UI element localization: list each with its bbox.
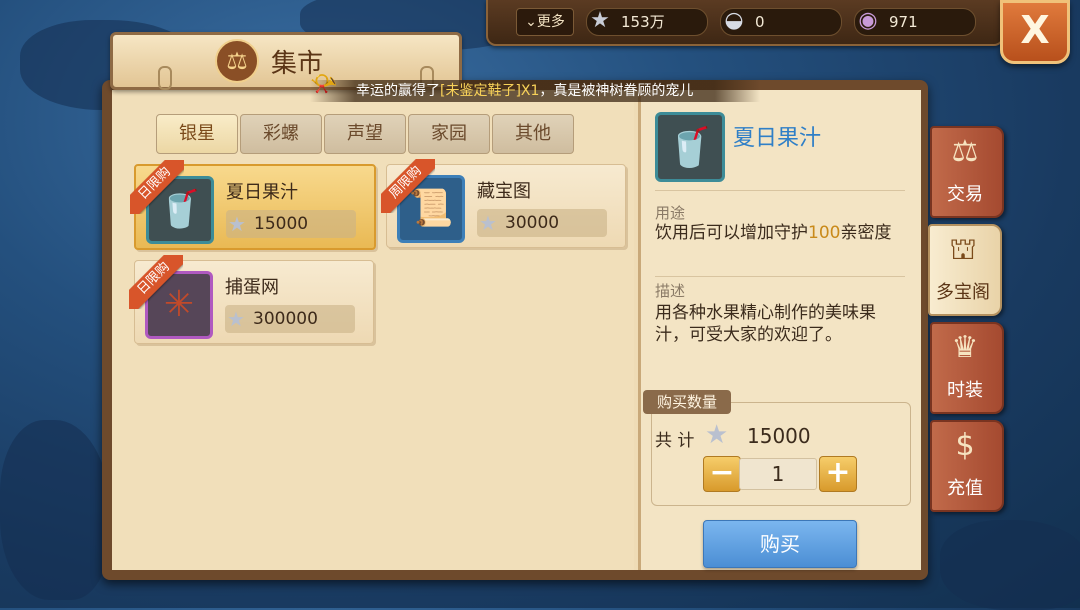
star-icon: ★ xyxy=(590,8,610,33)
silver-star-counter: ★ 153万 xyxy=(586,8,708,36)
divider xyxy=(655,190,905,191)
total-label: 共 计 xyxy=(655,431,695,451)
shell-icon: ◒ xyxy=(724,8,744,33)
star-icon: ★ xyxy=(705,420,729,450)
quantity-input[interactable]: 1 xyxy=(739,458,817,490)
side-tab-trade[interactable]: ⚖ 交易 xyxy=(930,126,1004,218)
scale-icon: ⚖ xyxy=(215,39,259,83)
item-card-summer-juice[interactable]: 🥤 日限购 夏日果汁 ★ 15000 xyxy=(130,160,376,250)
quantity-box xyxy=(651,402,911,506)
shell-value: 0 xyxy=(755,13,765,31)
item-name: 藏宝图 xyxy=(477,181,531,202)
treasure-chest-icon: ⛫ xyxy=(949,232,977,267)
item-price: ★ 300000 xyxy=(225,305,355,333)
star-icon: ★ xyxy=(227,307,245,331)
dollar-icon: $ xyxy=(955,428,975,463)
jacket-icon: ♛ xyxy=(951,330,979,365)
usage-label: 用途 xyxy=(655,204,686,222)
star-icon: ★ xyxy=(228,212,246,236)
item-card-egg-net[interactable]: ✳ 日限购 捕蛋网 ★ 300000 xyxy=(129,255,374,344)
star-icon: ★ xyxy=(479,211,497,235)
item-price: ★ 30000 xyxy=(477,209,607,237)
scale-icon: ⚖ xyxy=(951,134,979,169)
tab-colored-conch[interactable]: 彩螺 xyxy=(240,114,322,154)
tab-silver-star[interactable]: 银星 xyxy=(156,114,238,154)
limit-ribbon: 周限购 xyxy=(381,159,435,213)
total-value: 15000 xyxy=(747,424,811,448)
decrease-quantity-button[interactable]: − xyxy=(703,456,741,492)
close-button[interactable]: X xyxy=(1000,0,1070,64)
more-button[interactable]: ⌄更多 xyxy=(516,8,574,36)
item-name: 夏日果汁 xyxy=(226,182,298,203)
tab-homestead[interactable]: 家园 xyxy=(408,114,490,154)
conch-value: 971 xyxy=(889,13,918,31)
item-card-treasure-map[interactable]: 📜 周限购 藏宝图 ★ 30000 xyxy=(381,159,626,248)
announcement-text: 幸运的赢得了[未鉴定鞋子]X1，真是被神树眷顾的宠儿 xyxy=(356,83,694,99)
horn-icon: 📯 xyxy=(310,72,338,97)
currency-bar: ⌄更多 ★ 153万 ◒ 0 ◉ 971 xyxy=(486,0,1004,46)
side-tab-treasure-pavilion[interactable]: ⛫ 多宝阁 xyxy=(928,224,1002,316)
buy-button[interactable]: 购买 xyxy=(703,520,857,568)
conch-icon: ◉ xyxy=(858,8,878,33)
limit-ribbon: 日限购 xyxy=(129,255,183,309)
hook-decoration xyxy=(158,66,172,90)
side-tab-fashion[interactable]: ♛ 时装 xyxy=(930,322,1004,414)
limit-ribbon: 日限购 xyxy=(130,160,184,214)
usage-text: 饮用后可以增加守护100亲密度 xyxy=(655,223,892,243)
description-label: 描述 xyxy=(655,282,686,300)
close-icon: X xyxy=(1020,8,1050,52)
divider xyxy=(655,276,905,277)
item-price: ★ 15000 xyxy=(226,210,356,238)
detail-juice-icon: 🥤 xyxy=(655,112,725,182)
shell-counter: ◒ 0 xyxy=(720,8,842,36)
item-name: 捕蛋网 xyxy=(225,277,279,298)
quantity-label: 购买数量 xyxy=(643,390,732,414)
item-detail-pane: 🥤 夏日果汁 用途 饮用后可以增加守护100亲密度 描述 用各种水果精心制作的美… xyxy=(638,90,921,570)
market-panel: 银星 彩螺 声望 家园 其他 🥤 日限购 夏日果汁 ★ 15000 📜 周限购 xyxy=(102,80,928,580)
chevron-down-icon: ⌄ xyxy=(525,14,537,30)
side-tab-recharge[interactable]: $ 充值 xyxy=(930,420,1004,512)
panel-body: 银星 彩螺 声望 家园 其他 🥤 日限购 夏日果汁 ★ 15000 📜 周限购 xyxy=(112,90,921,570)
conch-counter: ◉ 971 xyxy=(854,8,976,36)
background-rock xyxy=(940,520,1080,610)
tab-other[interactable]: 其他 xyxy=(492,114,574,154)
background-rock xyxy=(0,420,110,600)
increase-quantity-button[interactable]: + xyxy=(819,456,857,492)
detail-item-name: 夏日果汁 xyxy=(733,126,822,151)
silver-star-value: 153万 xyxy=(621,13,665,31)
tab-reputation[interactable]: 声望 xyxy=(324,114,406,154)
announcement-banner: 📯 幸运的赢得了[未鉴定鞋子]X1，真是被神树眷顾的宠儿 xyxy=(310,74,760,102)
item-list-pane: 银星 彩螺 声望 家园 其他 🥤 日限购 夏日果汁 ★ 15000 📜 周限购 xyxy=(112,90,634,570)
description-text: 用各种水果精心制作的美味果汁，可受大家的欢迎了。 xyxy=(655,303,876,345)
